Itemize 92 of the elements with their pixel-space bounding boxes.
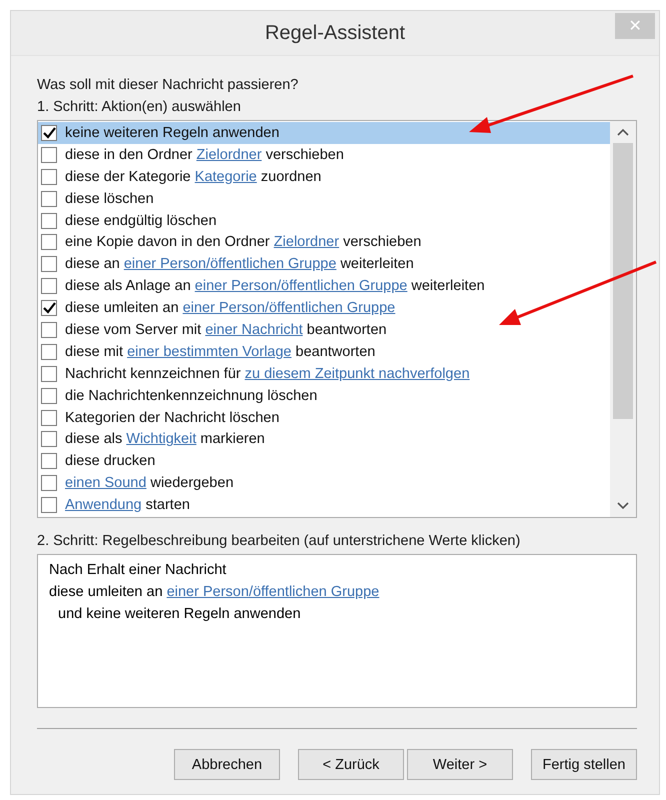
action-row[interactable]: die Nachrichtenkennzeichnung löschen [38, 384, 610, 407]
checkbox[interactable] [41, 168, 57, 185]
checkbox[interactable] [41, 322, 57, 338]
scrollbar[interactable] [610, 121, 636, 517]
checkbox[interactable] [41, 453, 57, 470]
value-link[interactable]: einer bestimmten Vorlage [127, 344, 292, 360]
question-label: Was soll mit dieser Nachricht passieren? [37, 76, 300, 95]
action-row[interactable]: diese löschen [38, 188, 610, 210]
action-text: diese der Kategorie [65, 168, 191, 185]
value-link[interactable]: einer Nachricht [205, 322, 303, 338]
action-text: die Nachrichtenkennzeichnung löschen [65, 388, 318, 404]
action-row[interactable]: diese mit einer bestimmten Vorlage beantworten [38, 340, 610, 363]
dialog-button[interactable]: Weiter > [407, 749, 513, 780]
value-link[interactable]: Zielordner [274, 234, 340, 250]
checkbox[interactable] [41, 278, 57, 294]
action-row[interactable]: Anwendung starten [38, 494, 610, 516]
action-row[interactable]: diese der Kategorie Kategorie zuordnen [38, 166, 610, 188]
action-text: diese drucken [65, 453, 156, 470]
checkbox[interactable] [41, 124, 57, 141]
action-text: diese löschen [65, 190, 154, 207]
value-link[interactable]: einer Person/öffentlichen Gruppe [124, 256, 336, 272]
action-row[interactable]: diese als Anlage an einer Person/öffentlichen Gruppe weiterleiten [38, 275, 610, 298]
value-link[interactable]: Wichtigkeit [126, 431, 196, 448]
action-text: weiterleiten [411, 278, 485, 294]
action-text: diese umleiten an [49, 584, 163, 600]
step-label: 2. Schritt: Regelbeschreibung bearbeiten (auf unterstrichene Werte klicken) [37, 532, 522, 551]
action-text: diese in den Ordner [65, 146, 192, 163]
value-link[interactable]: Kategorie [194, 168, 257, 185]
value-link[interactable]: einen Sound [65, 475, 146, 492]
action-text: Nachricht kennzeichnen für [65, 366, 241, 382]
action-row[interactable]: keine weiteren Regeln anwenden [38, 122, 610, 144]
checkbox[interactable] [41, 410, 57, 426]
action-text: und keine weiteren Regeln anwenden [58, 606, 301, 622]
action-text: verschieben [343, 234, 422, 250]
action-row[interactable]: diese umleiten an einer Person/öffentlichen Gruppe [38, 297, 610, 320]
action-row[interactable]: diese in den Ordner Zielordner verschieben [38, 144, 610, 166]
action-text: markieren [200, 431, 265, 448]
value-link[interactable]: einer Person/öffentlichen Gruppe [182, 300, 396, 316]
action-text: beantworten [296, 344, 376, 360]
action-row[interactable]: einen Sound wiedergeben [38, 472, 610, 494]
step-label: 1. Schritt: Aktion(en) auswählen [37, 98, 242, 117]
action-row[interactable]: diese als Wichtigkeit markieren [38, 428, 610, 450]
checkbox[interactable] [41, 344, 57, 360]
check-icon [42, 302, 56, 314]
action-text: zuordnen [260, 168, 322, 185]
checkbox[interactable] [41, 497, 57, 514]
action-text: Kategorien der Nachricht löschen [65, 410, 280, 426]
scroll-thumb[interactable] [613, 143, 633, 419]
action-text: verschieben [266, 146, 344, 163]
window-title: Regel-Assistent [264, 22, 406, 44]
scroll-down-icon[interactable] [617, 502, 629, 510]
dialog-button[interactable]: Fertig stellen [531, 749, 637, 780]
action-row[interactable]: diese drucken [38, 450, 610, 472]
action-row[interactable]: Kategorien der Nachricht löschen [38, 406, 610, 428]
value-link[interactable]: einer Person/öffentlichen Gruppe [166, 584, 380, 600]
checkbox[interactable] [41, 212, 57, 228]
checkbox[interactable] [41, 388, 57, 404]
action-text: diese als [65, 431, 122, 448]
action-text: diese vom Server mit [65, 322, 202, 338]
checkbox[interactable] [41, 234, 57, 250]
action-row[interactable]: diese endgültig löschen [38, 210, 610, 232]
checkbox[interactable] [41, 300, 57, 316]
dialog-button[interactable]: Abbrechen [174, 749, 280, 780]
check-icon [42, 126, 56, 139]
checkbox[interactable] [41, 190, 57, 207]
checkbox[interactable] [41, 366, 57, 382]
action-text: diese als Anlage an [65, 278, 191, 294]
value-link[interactable]: zu diesem Zeitpunkt nachverfolgen [244, 366, 470, 382]
action-text: diese umleiten an [65, 300, 179, 316]
action-text: weiterleiten [340, 256, 414, 272]
value-link[interactable]: Zielordner [196, 146, 262, 163]
action-text: diese an [65, 256, 120, 272]
checkbox[interactable] [41, 475, 57, 492]
action-text: diese mit [65, 344, 124, 360]
action-row[interactable]: diese an einer Person/öffentlichen Gruppe weiterleiten [38, 253, 610, 276]
dialog-button[interactable]: < Zurück [298, 749, 404, 780]
action-row[interactable]: Nachricht kennzeichnen für zu diesem Zeitpunkt nachverfolgen [38, 362, 610, 385]
action-text: beantworten [306, 322, 387, 338]
action-row[interactable]: diese vom Server mit einer Nachricht beantworten [38, 319, 610, 341]
action-text: diese endgültig löschen [65, 212, 217, 228]
action-text: keine weiteren Regeln anwenden [65, 124, 280, 141]
checkbox[interactable] [41, 256, 57, 272]
action-text: starten [146, 497, 190, 514]
scroll-up-icon[interactable] [617, 128, 629, 136]
checkbox[interactable] [41, 146, 57, 163]
checkbox[interactable] [41, 431, 57, 448]
action-row[interactable]: eine Kopie davon in den Ordner Zielordner verschieben [38, 231, 610, 254]
action-text: wiedergeben [150, 475, 234, 492]
action-text: eine Kopie davon in den Ordner [65, 234, 270, 250]
action-text: Nach Erhalt einer Nachricht [49, 562, 226, 578]
value-link[interactable]: einer Person/öffentlichen Gruppe [194, 278, 408, 294]
value-link[interactable]: Anwendung [65, 497, 142, 514]
